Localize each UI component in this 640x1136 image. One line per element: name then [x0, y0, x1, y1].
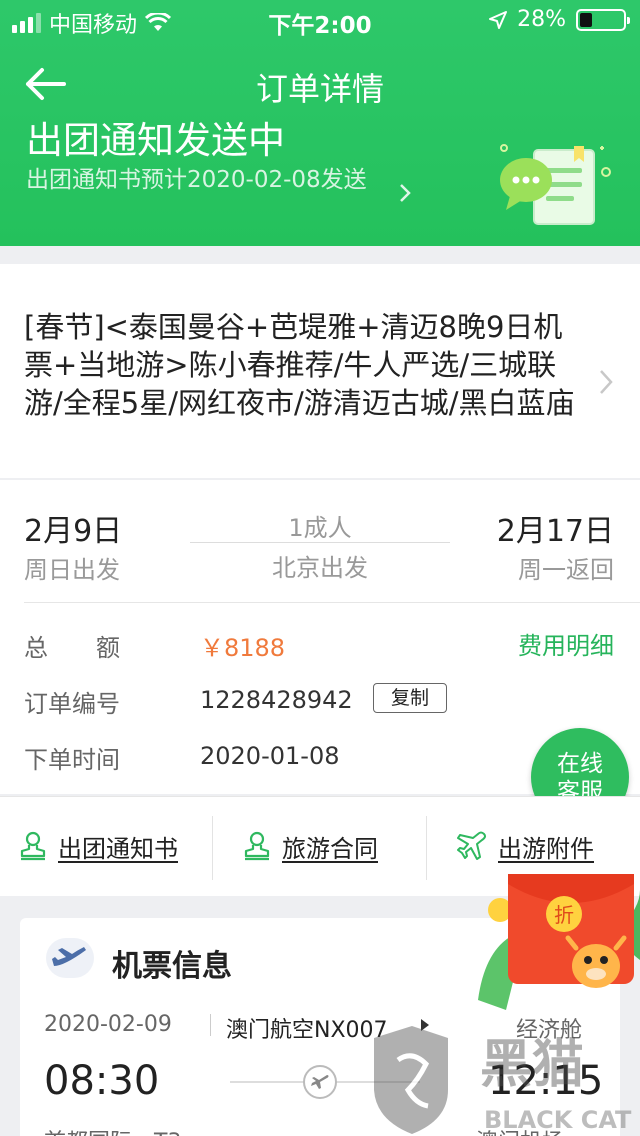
order-status-header: 中国移动 下午2:00 28% 订单详情 出团通知发送中 出团通知书预计2020… — [0, 0, 640, 246]
flight-icon — [46, 938, 94, 978]
divider — [24, 602, 640, 603]
order-time: 2020-01-08 — [200, 742, 340, 770]
total-label: 总 额 — [24, 634, 120, 662]
flight-date: 2020-02-09 — [44, 1012, 172, 1037]
notice-eta-link[interactable]: 出团通知书预计2020-02-08发送 — [26, 166, 406, 195]
depart-time: 08:30 — [44, 1058, 160, 1104]
copy-order-number-button[interactable]: 复制 — [373, 683, 447, 713]
stamp-icon — [244, 831, 270, 861]
divider — [426, 816, 427, 880]
depart-airport: 首都国际 T3 — [44, 1124, 181, 1136]
nav-bar: 订单详情 — [0, 56, 640, 112]
svg-text:BLACK CAT: BLACK CAT — [484, 1106, 632, 1134]
location-arrow-icon — [489, 10, 508, 29]
departure-city: 北京出发 — [272, 554, 368, 582]
flight-section-title: 机票信息 — [112, 949, 232, 984]
page-title: 订单详情 — [255, 70, 384, 108]
end-date: 2月17日 — [496, 514, 614, 549]
stamp-icon — [20, 831, 46, 861]
order-status-title: 出团通知发送中 — [26, 119, 285, 162]
plane-icon — [457, 831, 487, 860]
end-date-note: 周一返回 — [518, 556, 614, 584]
product-card[interactable]: [春节]<泰国曼谷+芭堤雅+清迈8晚9日机票+当地游>陈小春推荐/牛人严选/三城… — [0, 264, 640, 478]
red-envelope-promo[interactable]: 折 — [476, 870, 640, 1020]
order-number: 1228428942 — [200, 686, 353, 714]
traveler-count: 1成人 — [288, 514, 352, 542]
chevron-right-icon — [400, 184, 411, 202]
tour-notice-link[interactable]: 出团通知书 — [18, 820, 178, 872]
divider — [210, 1014, 211, 1036]
travel-contract-link[interactable]: 旅游合同 — [242, 820, 378, 872]
red-envelope-icon: 折 — [478, 874, 640, 1010]
travel-attachments-link[interactable]: 出游附件 — [456, 820, 594, 872]
black-cat-watermark: 黑猫 BLACK CAT — [368, 1020, 640, 1136]
battery-level — [580, 12, 592, 27]
order-time-label: 下单时间 — [24, 746, 120, 774]
start-date-note: 周日出发 — [24, 556, 120, 584]
trip-divider — [190, 542, 450, 543]
start-date: 2月9日 — [24, 514, 123, 549]
notice-document-illustration — [500, 144, 611, 225]
airplane-icon — [303, 1065, 337, 1099]
total-amount: ￥8188 — [200, 634, 286, 662]
divider — [212, 816, 213, 880]
svg-text:折: 折 — [554, 903, 574, 927]
product-name: [春节]<泰国曼谷+芭堤雅+清迈8晚9日机票+当地游>陈小春推荐/牛人严选/三城… — [24, 310, 575, 420]
svg-text:黑猫: 黑猫 — [480, 1035, 584, 1095]
battery-percent: 28% — [517, 7, 566, 32]
order-number-label: 订单编号 — [24, 690, 120, 718]
battery-icon — [576, 8, 630, 31]
flight-airline[interactable]: 澳门航空NX007 — [226, 1012, 388, 1044]
fee-detail-link[interactable]: 费用明细 — [518, 626, 614, 661]
chevron-right-icon — [600, 370, 613, 394]
status-bar: 中国移动 下午2:00 28% — [0, 0, 640, 40]
